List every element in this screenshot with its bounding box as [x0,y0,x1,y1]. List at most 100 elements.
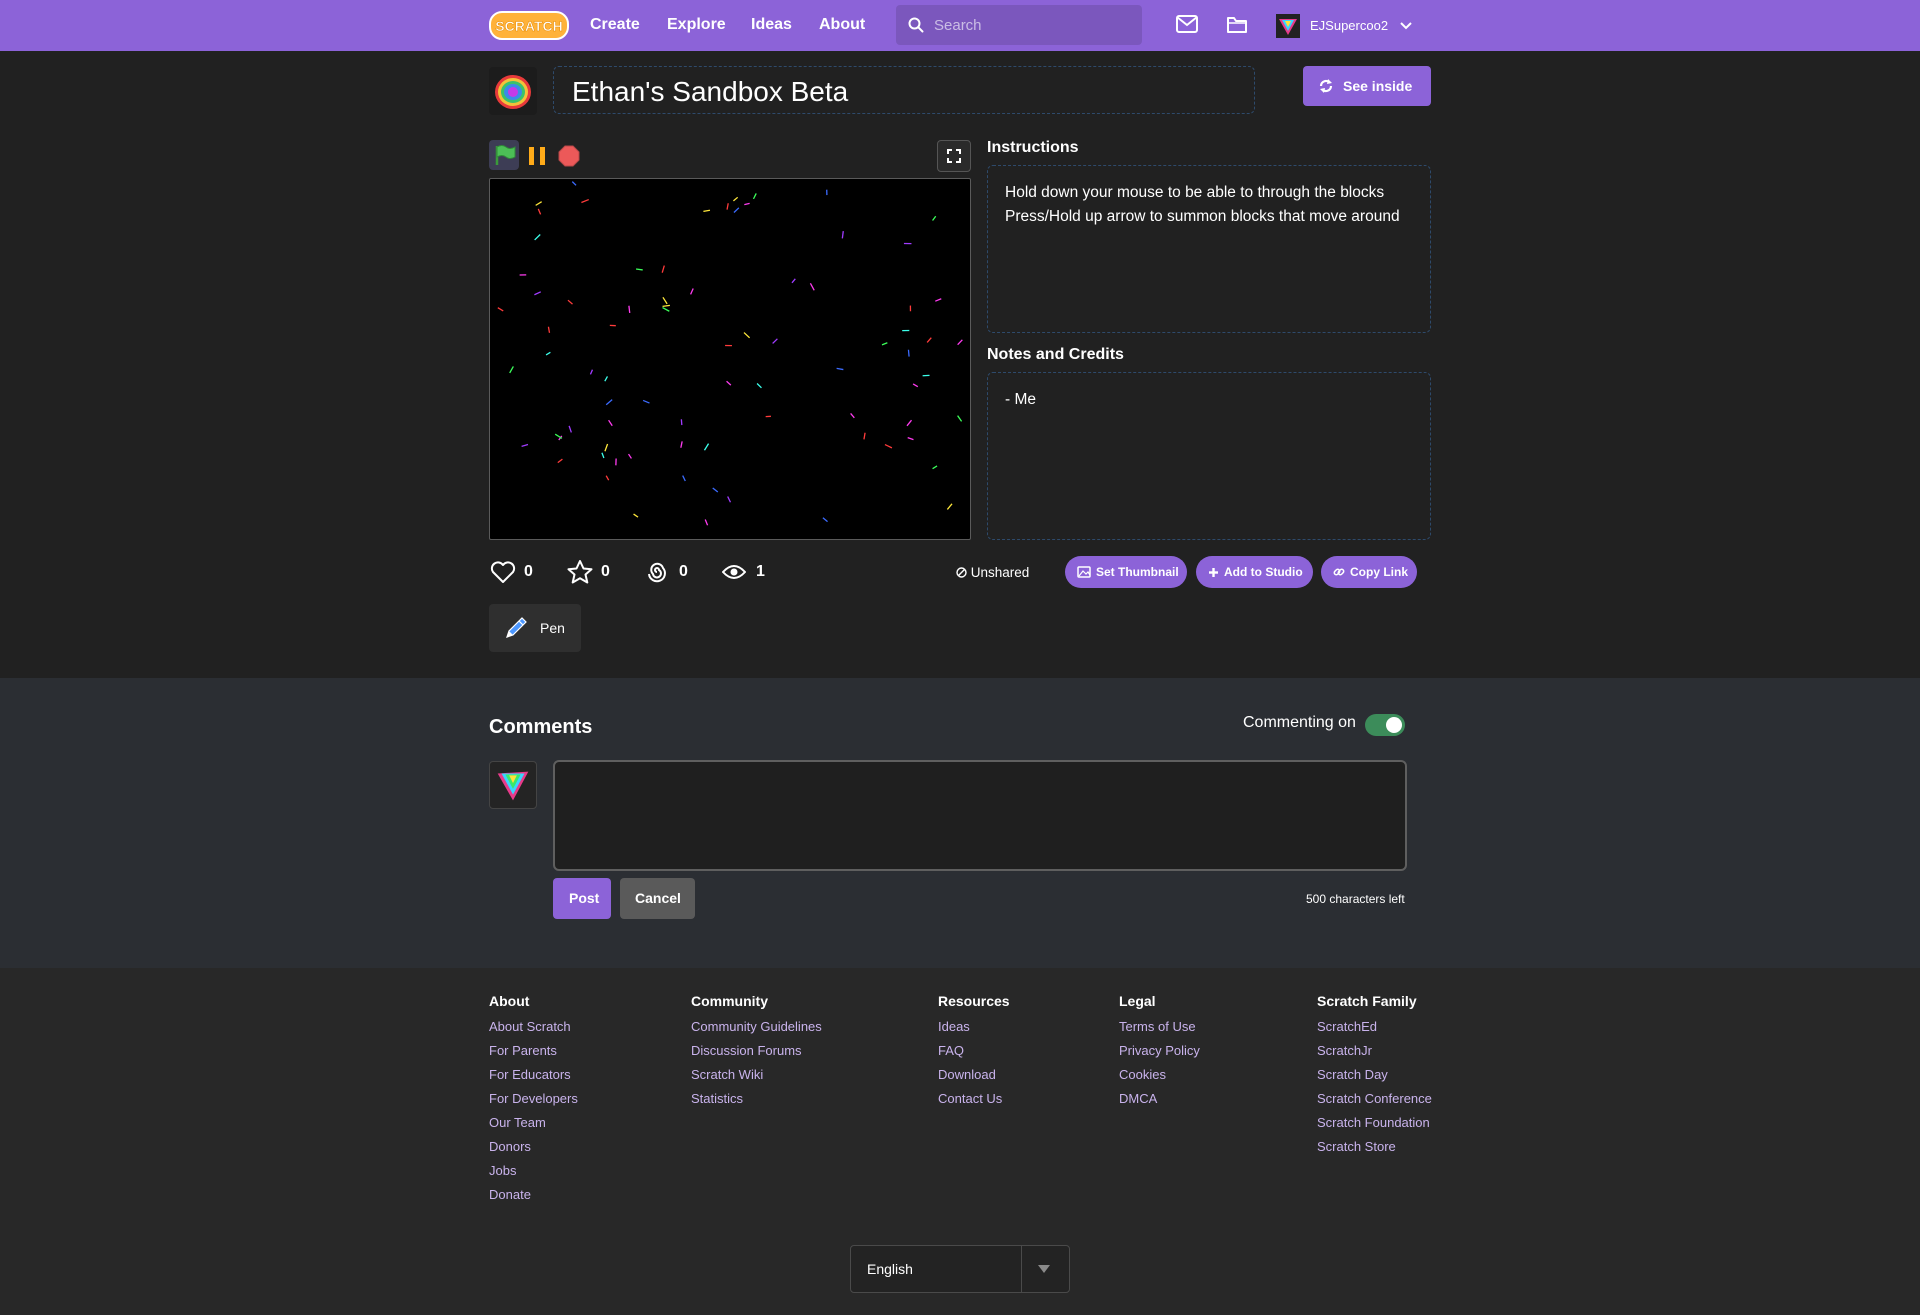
my-stuff-folder-icon[interactable] [1226,14,1248,34]
stage-particle [703,209,711,213]
footer-link[interactable]: Cookies [1119,1067,1200,1091]
footer-link[interactable]: Donate [489,1187,578,1211]
user-menu[interactable]: EJSupercoo2 [1276,14,1412,38]
stage-particle [633,513,639,518]
plus-icon [1209,568,1218,577]
footer-link[interactable]: Ideas [938,1019,1010,1043]
messages-icon[interactable] [1176,15,1198,33]
add-to-studio-button[interactable]: Add to Studio [1196,556,1313,588]
eye-icon [721,565,747,579]
footer-heading: Scratch Family [1317,993,1417,1009]
project-title: Ethan's Sandbox Beta [572,76,849,107]
footer-heading: Community [691,993,768,1009]
nav-create[interactable]: Create [590,16,640,34]
footer-link[interactable]: About Scratch [489,1019,578,1043]
stage-particle [604,443,609,452]
instructions-heading: Instructions [987,139,1079,156]
stage-particle [907,349,910,357]
commenting-toggle[interactable] [1365,714,1405,736]
views-stat: 1 [721,560,765,584]
pen-extension-label: Pen [540,620,565,636]
stage-particle [912,383,919,388]
pause-icon[interactable] [526,145,548,167]
stage-particle [605,399,613,406]
search-input[interactable] [934,5,1134,45]
fullscreen-button[interactable] [937,140,971,172]
see-inside-button[interactable]: See inside [1303,66,1431,106]
stage-particle [628,305,631,313]
stage-particle [535,201,543,206]
footer-link[interactable]: For Educators [489,1067,578,1091]
instructions-box[interactable]: Hold down your mouse to be able to throu… [987,165,1431,333]
footer-link[interactable]: FAQ [938,1043,1010,1067]
stage-particle [957,415,963,422]
stage-particle [822,517,828,523]
language-value: English [867,1261,913,1277]
stop-icon[interactable] [558,145,580,167]
footer-link[interactable]: Download [938,1067,1010,1091]
footer-link[interactable]: Jobs [489,1163,578,1187]
instructions-line: Hold down your mouse to be able to throu… [1005,184,1385,201]
footer-link[interactable]: Scratch Wiki [691,1067,822,1091]
footer-link[interactable]: ScratchEd [1317,1019,1432,1043]
cancel-button[interactable]: Cancel [620,878,695,919]
green-flag-button[interactable] [489,140,519,170]
nav-explore[interactable]: Explore [667,16,726,34]
footer-link[interactable]: ScratchJr [1317,1043,1432,1067]
toggle-knob [1386,717,1402,733]
project-author-avatar[interactable] [489,67,537,115]
comment-textarea[interactable] [553,760,1407,871]
footer-link[interactable]: Contact Us [938,1091,1010,1115]
add-to-studio-label: Add to Studio [1224,565,1303,579]
footer-link[interactable]: Statistics [691,1091,822,1115]
stage-particle [926,337,932,343]
set-thumbnail-label: Set Thumbnail [1096,565,1179,579]
footer-link[interactable]: Our Team [489,1115,578,1139]
footer-column-legal: Legal Terms of Use Privacy Policy Cookie… [1119,993,1200,1115]
footer-heading: Legal [1119,993,1156,1009]
footer-link[interactable]: Donors [489,1139,578,1163]
post-button[interactable]: Post [553,878,611,919]
footer-link[interactable]: For Parents [489,1043,578,1067]
footer-link[interactable]: Discussion Forums [691,1043,822,1067]
stage-particle [841,231,844,239]
stage-particle [690,288,694,295]
footer-column-about: About About Scratch For Parents For Educ… [489,993,578,1211]
stage-particle [662,296,668,305]
copy-link-button[interactable]: Copy Link [1321,556,1417,588]
footer-link[interactable]: Privacy Policy [1119,1043,1200,1067]
chevron-down-icon [1400,22,1412,30]
remix-count: 0 [679,563,688,580]
project-title-field[interactable]: Ethan's Sandbox Beta [553,66,1255,114]
footer-link[interactable]: Community Guidelines [691,1019,822,1043]
cancel-label: Cancel [635,890,681,906]
footer-link[interactable]: Scratch Store [1317,1139,1432,1163]
project-stage[interactable] [489,178,971,540]
stage-particle [935,298,942,302]
footer-link[interactable]: Terms of Use [1119,1019,1200,1043]
footer-link[interactable]: For Developers [489,1091,578,1115]
nav-ideas[interactable]: Ideas [751,16,792,34]
stage-particle [662,306,670,312]
post-label: Post [569,890,600,906]
commenter-avatar[interactable] [489,761,537,809]
language-select[interactable]: English [850,1245,1070,1293]
footer-link[interactable]: Scratch Day [1317,1067,1432,1091]
set-thumbnail-button[interactable]: Set Thumbnail [1065,556,1187,588]
footer-link[interactable]: DMCA [1119,1091,1200,1115]
notes-text: - Me [1005,391,1036,408]
footer-link[interactable]: Scratch Foundation [1317,1115,1432,1139]
commenting-label: Commenting on [1243,714,1356,731]
nav-about[interactable]: About [819,16,865,34]
scratch-logo[interactable]: SCRATCH [489,10,569,41]
footer-link[interactable]: Scratch Conference [1317,1091,1432,1115]
user-avatar [1276,14,1300,38]
favorite-stat[interactable]: 0 [567,560,610,584]
stage-particle [733,207,740,213]
notes-box[interactable]: - Me [987,372,1431,540]
love-stat[interactable]: 0 [490,560,533,584]
stage-particle [932,465,938,470]
see-inside-label: See inside [1343,78,1413,94]
stage-canvas[interactable] [490,179,971,540]
views-count: 1 [756,563,765,580]
